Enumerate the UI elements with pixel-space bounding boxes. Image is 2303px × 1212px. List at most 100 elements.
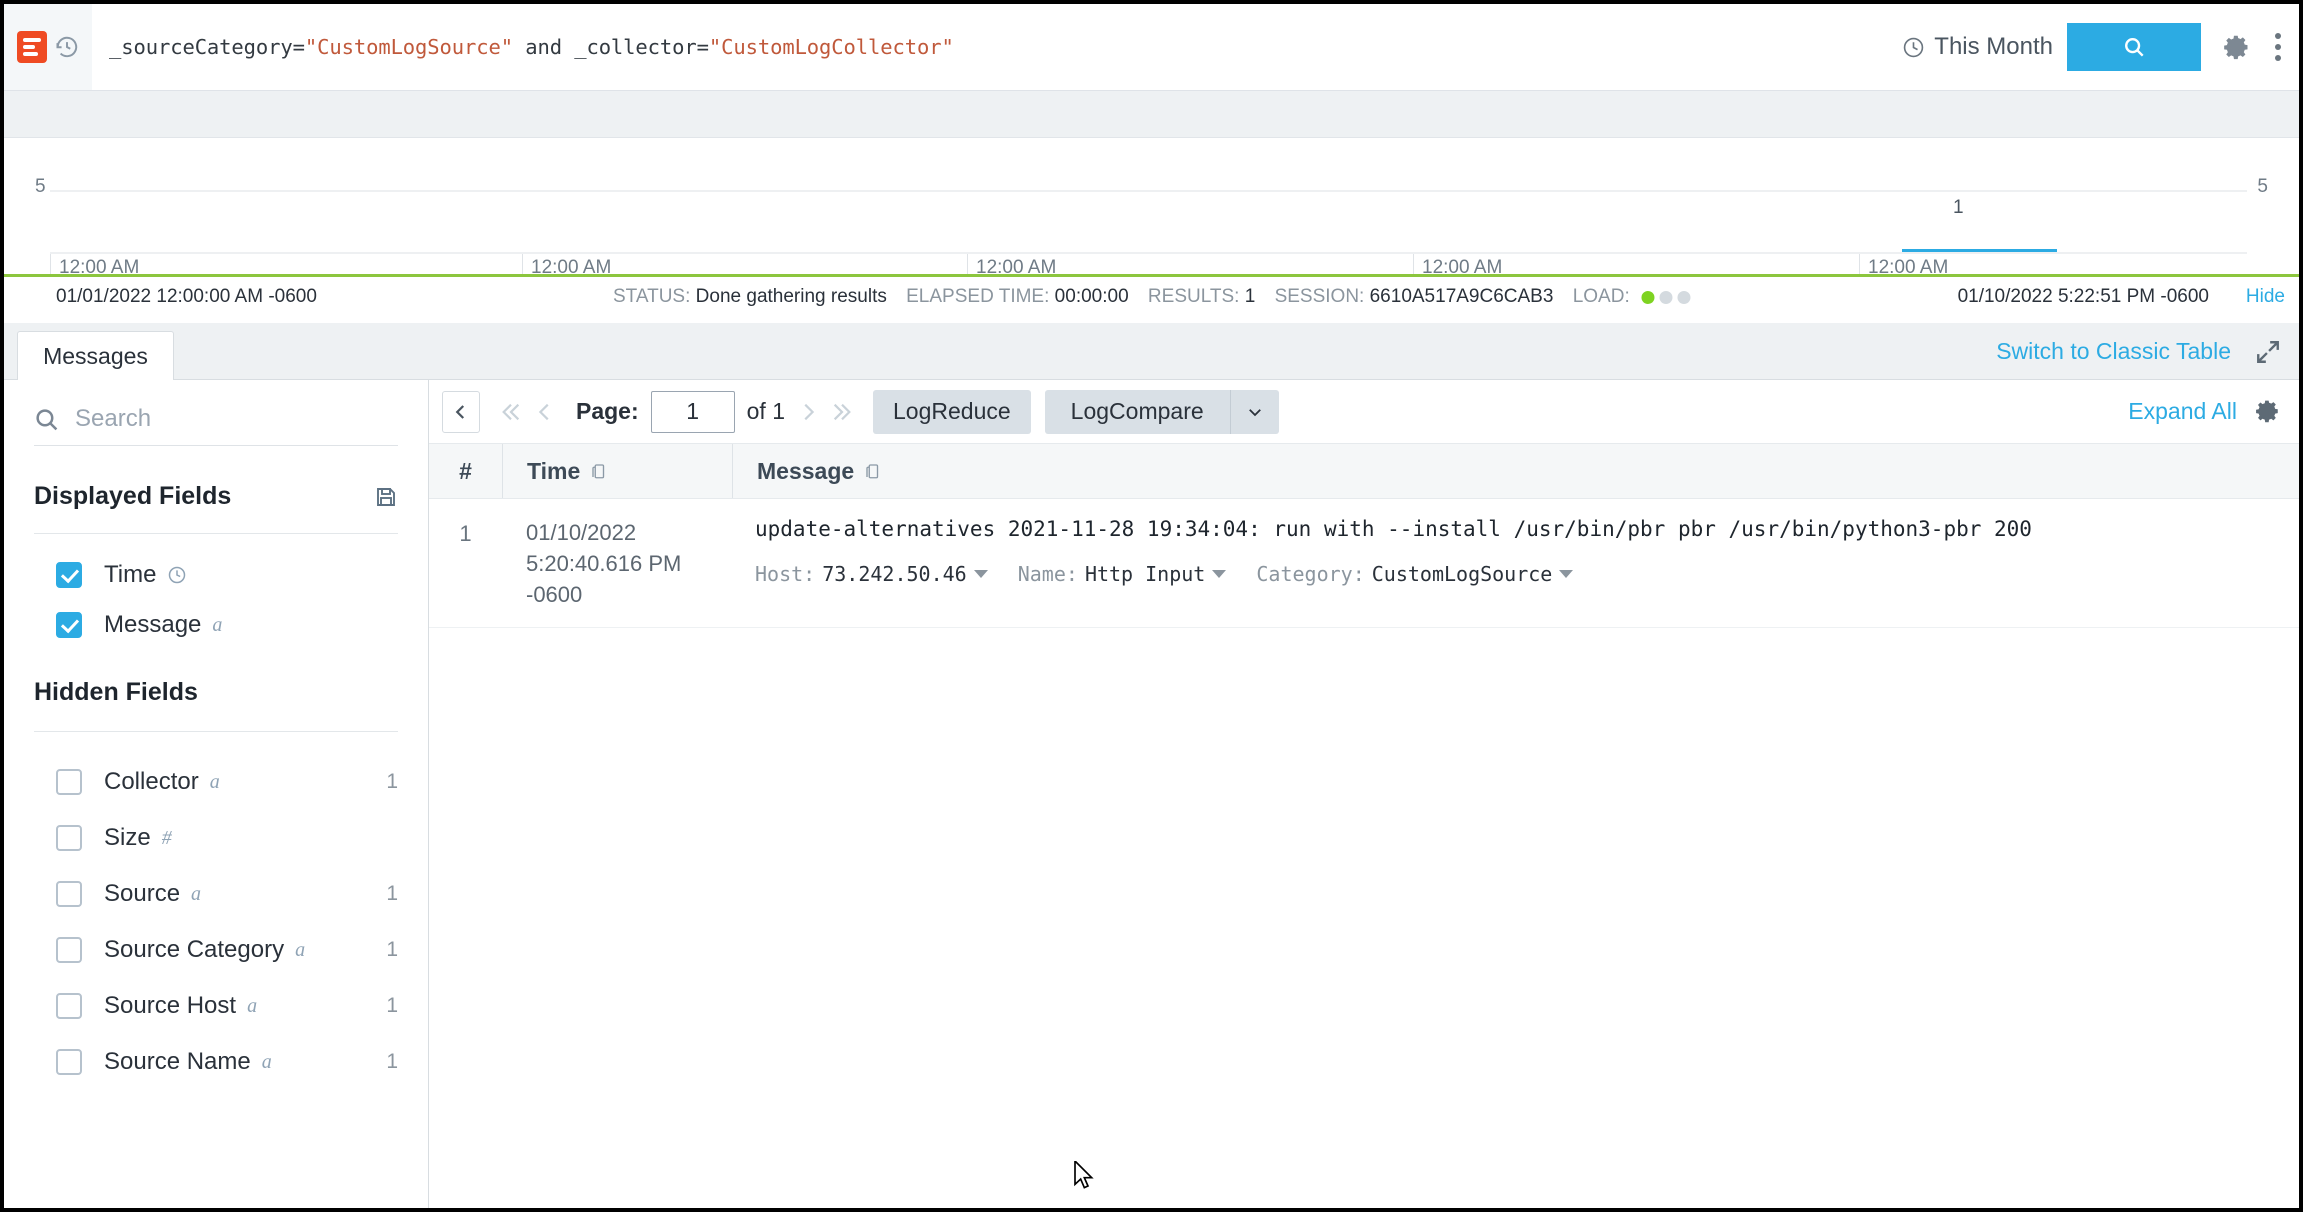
field-row-source-host[interactable]: Source Host a 1 [34, 978, 398, 1034]
field-type-size: # [161, 826, 172, 849]
search-status-details: STATUS: Done gathering results ELAPSED T… [612, 286, 1691, 308]
field-count-source-category: 1 [386, 938, 398, 961]
logcompare-dropdown-button[interactable] [1230, 389, 1279, 434]
tab-messages[interactable]: Messages [17, 331, 174, 380]
column-header-time-label: Time [527, 457, 581, 484]
checkbox-size[interactable] [56, 825, 82, 851]
meta-name-value: Http Input [1084, 562, 1206, 586]
copy-icon[interactable] [590, 461, 608, 481]
logreduce-button[interactable]: LogReduce [873, 389, 1031, 434]
field-row-message[interactable]: Message a [34, 600, 398, 650]
field-row-source-name[interactable]: Source Name a 1 [34, 1034, 398, 1090]
row-time: 01/10/2022 5:20:40.616 PM -0600 [502, 517, 731, 611]
meta-host-value: 73.242.50.46 [822, 562, 967, 586]
double-chevron-left-icon [502, 403, 520, 420]
row-message-cell: update-alternatives 2021-11-28 19:34:04:… [731, 517, 2299, 611]
row-time-clock: 5:20:40.616 PM -0600 [526, 551, 682, 608]
row-time-date: 01/10/2022 [526, 520, 637, 545]
results-value: 1 [1244, 286, 1256, 307]
copy-icon[interactable] [864, 461, 882, 481]
query-middle: and _collector= [513, 35, 709, 59]
results-toolbar: Page: of 1 LogReduce LogCompare [429, 380, 2299, 444]
chevron-left-icon [455, 404, 465, 419]
double-chevron-right-icon [833, 403, 851, 420]
meta-category[interactable]: Category: CustomLogSource [1256, 562, 1574, 586]
expand-all-link[interactable]: Expand All [2128, 398, 2237, 425]
next-page-button[interactable] [791, 401, 825, 423]
sumo-logic-search-app: _sourceCategory="CustomLogSource" and _c… [4, 4, 2299, 1208]
last-page-button[interactable] [825, 401, 859, 423]
checkbox-source[interactable] [56, 881, 82, 907]
checkbox-message[interactable] [56, 612, 82, 638]
checkbox-source-category[interactable] [56, 937, 82, 963]
chevron-left-icon [538, 403, 549, 420]
field-type-source-category: a [295, 938, 306, 961]
clock-icon [169, 566, 186, 584]
table-row[interactable]: 1 01/10/2022 5:20:40.616 PM -0600 update… [429, 499, 2299, 628]
checkbox-source-host[interactable] [56, 993, 82, 1019]
page-label: Page: [576, 398, 639, 424]
logcompare-split-button: LogCompare [1044, 389, 1279, 434]
expand-diagonal-icon[interactable] [2255, 339, 2281, 365]
meta-category-value: CustomLogSource [1371, 562, 1553, 586]
logcompare-button[interactable]: LogCompare [1044, 389, 1231, 434]
search-end-time: 01/10/2022 5:22:51 PM -0600 [1957, 286, 2209, 307]
field-label-message: Message [104, 611, 202, 638]
field-count-source: 1 [386, 882, 398, 905]
field-row-source[interactable]: Source a 1 [34, 866, 398, 922]
search-history-icon[interactable] [54, 34, 80, 60]
meta-host[interactable]: Host: 73.242.50.46 [755, 562, 988, 586]
gear-icon[interactable] [2223, 33, 2251, 61]
more-vertical-icon[interactable] [2275, 33, 2281, 61]
results-label: RESULTS: [1147, 286, 1240, 307]
checkbox-time[interactable] [56, 562, 82, 588]
field-row-source-category[interactable]: Source Category a 1 [34, 922, 398, 978]
sumo-logo-icon[interactable] [16, 31, 47, 63]
y-axis-label-right: 5 [2257, 176, 2268, 197]
field-row-time[interactable]: Time [34, 550, 398, 600]
fields-search[interactable] [34, 404, 398, 446]
session-value: 6610A517A9C6CAB3 [1369, 286, 1554, 307]
elapsed-label: ELAPSED TIME: [906, 286, 1050, 307]
status-label: STATUS: [612, 286, 691, 307]
chevron-down-icon[interactable] [1212, 570, 1227, 578]
meta-name[interactable]: Name: Http Input [1018, 562, 1227, 586]
field-type-source-host: a [247, 994, 258, 1017]
back-button[interactable] [442, 390, 480, 433]
row-metadata: Host: 73.242.50.46 Name: Http Input Catego… [755, 562, 2299, 586]
bar-value-label: 1 [1953, 197, 1964, 218]
field-label-size: Size [104, 824, 151, 851]
time-range-picker[interactable]: This Month [1902, 33, 2053, 61]
search-icon [36, 408, 58, 430]
field-count-source-name: 1 [386, 1050, 398, 1073]
field-row-collector[interactable]: Collector a 1 [34, 754, 398, 810]
save-icon[interactable] [374, 485, 398, 509]
column-header-message[interactable]: Message [732, 444, 2299, 498]
prev-page-button[interactable] [528, 401, 562, 423]
gear-icon[interactable] [2255, 398, 2281, 424]
search-button[interactable] [2067, 23, 2201, 71]
search-icon [2125, 38, 2144, 57]
page-input[interactable] [650, 390, 735, 433]
column-header-time[interactable]: Time [502, 444, 732, 498]
query-input[interactable]: _sourceCategory="CustomLogSource" and _c… [92, 35, 1902, 59]
column-header-message-label: Message [757, 457, 855, 484]
results-column-header: # Time Message [429, 444, 2299, 499]
query-value-2: "CustomLogCollector" [708, 35, 954, 59]
field-row-size[interactable]: Size # [34, 810, 398, 866]
first-page-button[interactable] [494, 401, 528, 423]
hide-histogram-link[interactable]: Hide [2246, 286, 2285, 308]
checkbox-collector[interactable] [56, 769, 82, 795]
chevron-down-icon[interactable] [973, 570, 988, 578]
histogram-plot[interactable]: 1 [50, 192, 2247, 254]
histogram-panel: 5 5 1 12:00 AM 12:00 AM 12:00 AM 12:00 A… [4, 138, 2299, 286]
session-label: SESSION: [1274, 286, 1365, 307]
chevron-down-icon[interactable] [1559, 570, 1574, 578]
y-axis-label-left: 5 [35, 176, 46, 197]
checkbox-source-name[interactable] [56, 1049, 82, 1075]
search-input[interactable] [73, 404, 398, 434]
body-split: Displayed Fields Time Message a [4, 380, 2299, 1208]
switch-to-classic-table-link[interactable]: Switch to Classic Table [1996, 338, 2231, 365]
top-query-bar: _sourceCategory="CustomLogSource" and _c… [4, 4, 2299, 91]
field-label-time: Time [104, 561, 157, 588]
